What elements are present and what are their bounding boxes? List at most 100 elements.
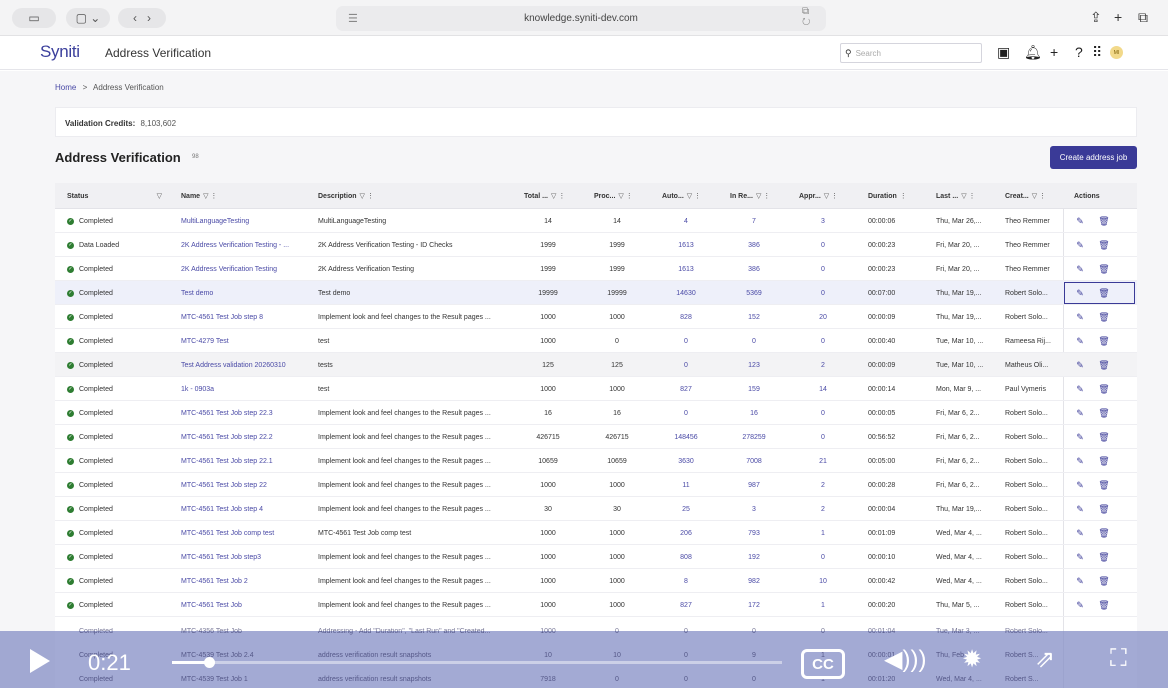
cell-in-review[interactable]: 278259 — [723, 425, 785, 449]
filter-menu-icon[interactable]: ▽ ⋮ — [203, 192, 217, 200]
cell-auto[interactable]: 206 — [656, 521, 716, 545]
table-row[interactable]: ✓ Completed 2K Address Verification Testin… — [55, 257, 1137, 281]
cell-auto[interactable]: 0 — [656, 401, 716, 425]
table-row[interactable]: ✓ Completed MTC-4561 Test Job 2 Implement l… — [55, 569, 1137, 593]
column-header[interactable]: Name ▽ ⋮ — [181, 183, 217, 209]
delete-icon[interactable]: 🗑︎ — [1098, 336, 1109, 346]
delete-icon[interactable]: 🗑︎ — [1098, 264, 1109, 274]
filter-menu-icon[interactable]: ▽ ⋮ — [1032, 192, 1046, 200]
syniti-logo[interactable]: Syniti — [40, 42, 80, 62]
cell-in-review[interactable]: 7008 — [723, 449, 785, 473]
table-row[interactable]: ✓ Completed MTC-4561 Test Job step 22.2 Imp… — [55, 425, 1137, 449]
cell-name[interactable]: 2K Address Verification Testing — [181, 257, 311, 281]
cell-approved[interactable]: 10 — [793, 569, 853, 593]
delete-icon[interactable]: 🗑︎ — [1098, 360, 1109, 370]
table-row[interactable]: ✓ Completed MTC-4561 Test Job Implement loo… — [55, 593, 1137, 617]
column-header[interactable]: Status ▽ — [67, 183, 162, 209]
cell-in-review[interactable]: 123 — [723, 353, 785, 377]
delete-icon[interactable]: 🗑︎ — [1098, 504, 1109, 514]
cell-auto[interactable]: 11 — [656, 473, 716, 497]
column-header[interactable]: Total ... ▽ ⋮ — [524, 183, 565, 209]
address-bar[interactable]: ☰ knowledge.syniti-dev.com ⧉ ↻ — [336, 6, 826, 31]
edit-icon[interactable]: ✎ — [1075, 384, 1085, 394]
tab-overview-button[interactable]: ▢ ⌄ — [66, 8, 110, 28]
delete-icon[interactable]: 🗑︎ — [1098, 600, 1109, 610]
delete-icon[interactable]: 🗑︎ — [1098, 408, 1109, 418]
cell-auto[interactable]: 4 — [656, 209, 716, 233]
edit-icon[interactable]: ✎ — [1075, 216, 1085, 226]
cell-name[interactable]: MTC-4279 Test — [181, 329, 311, 353]
table-row[interactable]: ✓ Completed MultiLanguageTesting MultiLangu… — [55, 209, 1137, 233]
cell-in-review[interactable]: 987 — [723, 473, 785, 497]
cell-auto[interactable]: 8 — [656, 569, 716, 593]
cell-name[interactable]: MTC-4561 Test Job step 22.2 — [181, 425, 311, 449]
table-row[interactable]: ✓ Completed MTC-4279 Test test 1000 0 0 0 0 00:00… — [55, 329, 1137, 353]
edit-icon[interactable]: ✎ — [1075, 504, 1085, 514]
video-scrubber[interactable] — [172, 657, 782, 668]
cell-approved[interactable]: 1 — [793, 593, 853, 617]
filter-menu-icon[interactable]: ▽ ⋮ — [360, 192, 374, 200]
delete-icon[interactable]: 🗑︎ — [1098, 456, 1109, 466]
table-row[interactable]: ✓ Completed MTC-4561 Test Job step3 Impleme… — [55, 545, 1137, 569]
delete-icon[interactable]: 🗑︎ — [1098, 552, 1109, 562]
cell-in-review[interactable]: 16 — [723, 401, 785, 425]
filter-menu-icon[interactable]: ▽ ⋮ — [961, 192, 975, 200]
cell-name[interactable]: MultiLanguageTesting — [181, 209, 311, 233]
share-video-icon[interactable]: ⇗ — [1035, 645, 1055, 674]
cell-approved[interactable]: 2 — [793, 353, 853, 377]
cell-name[interactable]: MTC-4561 Test Job step 8 — [181, 305, 311, 329]
column-header[interactable]: In Re... ▽ ⋮ — [730, 183, 770, 209]
edit-icon[interactable]: ✎ — [1075, 312, 1085, 322]
cell-auto[interactable]: 0 — [656, 329, 716, 353]
filter-menu-icon[interactable]: ▽ ⋮ — [687, 192, 701, 200]
column-header[interactable]: Last ... ▽ ⋮ — [936, 183, 976, 209]
edit-icon[interactable]: ✎ — [1075, 408, 1085, 418]
cell-approved[interactable]: 2 — [793, 497, 853, 521]
cell-name[interactable]: MTC-4561 Test Job step 22.1 — [181, 449, 311, 473]
settings-gear-icon[interactable]: ✹ — [962, 645, 982, 674]
cell-in-review[interactable]: 159 — [723, 377, 785, 401]
delete-icon[interactable]: 🗑︎ — [1098, 480, 1109, 490]
video-scrubber-handle[interactable] — [203, 657, 215, 668]
cell-in-review[interactable]: 386 — [723, 257, 785, 281]
edit-icon[interactable]: ✎ — [1075, 456, 1085, 466]
volume-icon[interactable]: ◀))) — [884, 645, 926, 674]
column-header[interactable]: Description ▽ ⋮ — [318, 183, 374, 209]
cell-in-review[interactable]: 7 — [723, 209, 785, 233]
search-input[interactable]: ⚲ Search — [840, 43, 982, 63]
share-icon[interactable]: ⇪ — [1090, 9, 1102, 26]
edit-icon[interactable]: ✎ — [1075, 264, 1085, 274]
cell-approved[interactable]: 0 — [793, 257, 853, 281]
filter-menu-icon[interactable]: ▽ ⋮ — [756, 192, 770, 200]
delete-icon[interactable]: 🗑︎ — [1098, 384, 1109, 394]
cell-name[interactable]: MTC-4561 Test Job step 4 — [181, 497, 311, 521]
cell-auto[interactable]: 828 — [656, 305, 716, 329]
cell-name[interactable]: MTC-4561 Test Job step 22 — [181, 473, 311, 497]
play-icon[interactable] — [30, 649, 50, 673]
edit-icon[interactable]: ✎ — [1075, 480, 1085, 490]
add-icon[interactable]: + — [1050, 44, 1058, 60]
cell-in-review[interactable]: 192 — [723, 545, 785, 569]
cell-auto[interactable]: 148456 — [656, 425, 716, 449]
cell-name[interactable]: MTC-4561 Test Job step 22.3 — [181, 401, 311, 425]
column-header[interactable]: Creat... ▽ ⋮ — [1005, 183, 1046, 209]
back-forward-buttons[interactable]: ‹ › — [118, 8, 166, 28]
column-header[interactable]: Proc... ▽ ⋮ — [594, 183, 633, 209]
edit-icon[interactable]: ✎ — [1075, 336, 1085, 346]
clipboard-icon[interactable]: ▣ — [997, 44, 1010, 61]
cell-auto[interactable]: 3630 — [656, 449, 716, 473]
cell-in-review[interactable]: 152 — [723, 305, 785, 329]
cell-name[interactable]: Test Address validation 20260310 — [181, 353, 311, 377]
table-row[interactable]: ✓ Completed MTC-4561 Test Job step 22 Imple… — [55, 473, 1137, 497]
column-header[interactable]: Auto... ▽ ⋮ — [662, 183, 701, 209]
notification-bell-icon[interactable]: 🔔︎ — [1024, 44, 1042, 61]
cell-approved[interactable]: 0 — [793, 281, 853, 305]
cell-auto[interactable]: 827 — [656, 377, 716, 401]
page-settings-icon[interactable]: ☰ — [348, 12, 358, 25]
delete-icon[interactable]: 🗑︎ — [1098, 216, 1109, 226]
delete-icon[interactable]: 🗑︎ — [1098, 576, 1109, 586]
cell-approved[interactable]: 1 — [793, 521, 853, 545]
column-header[interactable]: Actions — [1074, 183, 1100, 209]
cell-name[interactable]: MTC-4561 Test Job step3 — [181, 545, 311, 569]
delete-icon[interactable]: 🗑︎ — [1098, 312, 1109, 322]
